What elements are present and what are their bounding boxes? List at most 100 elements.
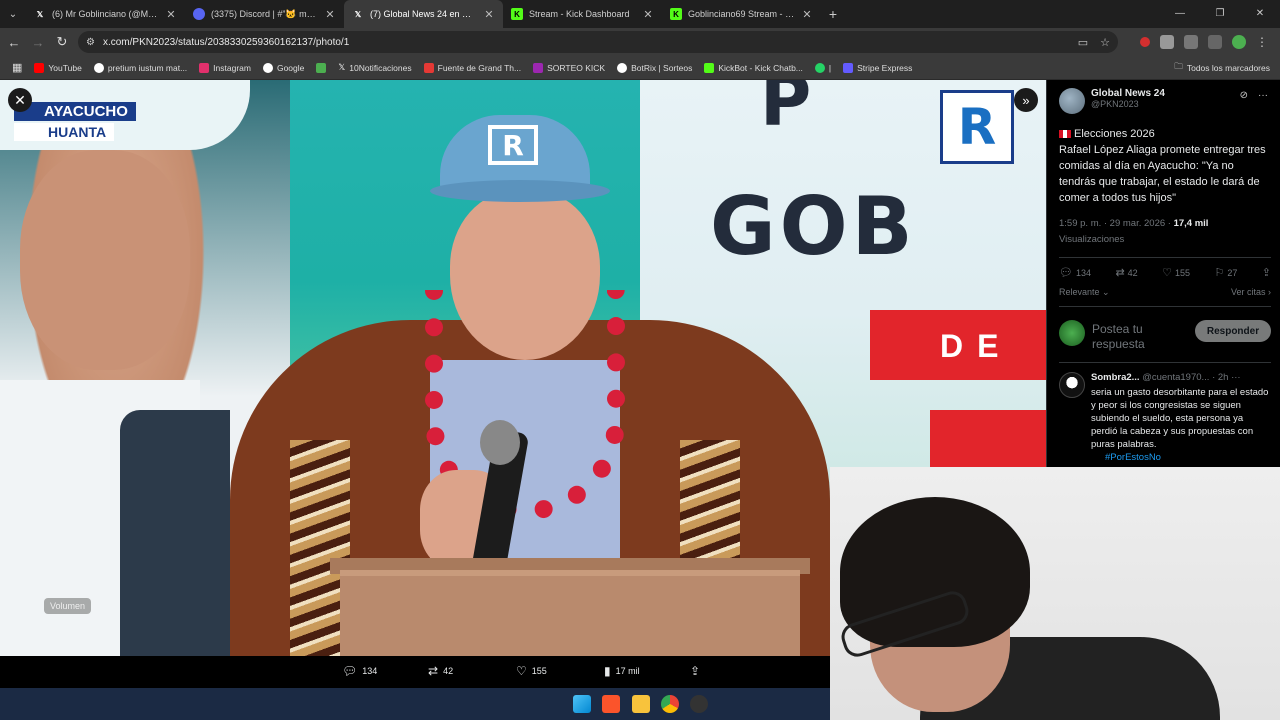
like-count: 155 bbox=[1174, 267, 1191, 278]
author-name[interactable]: Global News 24 bbox=[1091, 88, 1165, 99]
bookmark-10notificaciones[interactable]: 𝕏 10Notificaciones bbox=[332, 62, 417, 73]
profile-avatar[interactable] bbox=[1232, 35, 1246, 49]
share-action[interactable]: ⇪ bbox=[690, 664, 700, 678]
comment-header: Sombra2... @cuenta1970... · 2h ··· bbox=[1091, 372, 1271, 383]
reply-composer: Postea tu respuesta Responder bbox=[1059, 318, 1271, 352]
close-tab-icon[interactable]: ✕ bbox=[801, 8, 813, 21]
portrait-face bbox=[20, 150, 190, 370]
url-field[interactable]: ⚙ x.com/PKN2023/status/20383302593601621… bbox=[78, 31, 1118, 53]
bookmark-instagram[interactable]: Instagram bbox=[193, 62, 257, 73]
close-photo-button[interactable]: ✕ bbox=[8, 88, 32, 112]
author-handle[interactable]: @PKN2023 bbox=[1091, 99, 1165, 109]
new-tab-button[interactable]: + bbox=[821, 6, 845, 22]
chrome-icon[interactable] bbox=[661, 695, 679, 713]
bookmark-botrix[interactable]: BotRix | Sorteos bbox=[611, 62, 698, 73]
bookmark-whatsapp[interactable]: | bbox=[809, 62, 837, 73]
bookmark-gta[interactable]: Fuente de Grand Th... bbox=[418, 62, 527, 73]
more-options-icon[interactable]: ··· bbox=[1258, 90, 1268, 101]
close-tab-icon[interactable]: ✕ bbox=[483, 8, 495, 21]
more-menu-icon[interactable]: ⋮ bbox=[1256, 35, 1270, 49]
bookmark-sorteo-kick[interactable]: SORTEO KICK bbox=[527, 62, 611, 73]
speaker-cap-brim bbox=[430, 180, 610, 202]
apps-grid-icon[interactable]: ▦ bbox=[6, 61, 28, 74]
tab-3[interactable]: 𝕏 (7) Global News 24 en X: "•e Ele ✕ bbox=[344, 0, 503, 28]
sort-dropdown[interactable]: Relevante ⌄ bbox=[1059, 287, 1110, 298]
puzzle-icon[interactable] bbox=[1184, 35, 1198, 49]
views-action[interactable]: ▮ 17 mil bbox=[604, 664, 640, 678]
forward-icon[interactable]: → bbox=[26, 35, 50, 50]
grok-icon[interactable]: ⊘ bbox=[1240, 90, 1248, 101]
post-timestamp[interactable]: 1:59 p. m. · 29 mar. 2026 · bbox=[1059, 218, 1174, 229]
bookmark-youtube[interactable]: YouTube bbox=[28, 62, 87, 73]
bookmark-button[interactable]: ⚐ 27 bbox=[1214, 266, 1237, 279]
reload-icon[interactable]: ↻ bbox=[50, 34, 74, 50]
back-icon[interactable]: ← bbox=[2, 35, 26, 50]
reply-input[interactable]: Postea tu respuesta bbox=[1092, 322, 1178, 352]
tab-5[interactable]: K Goblinciano69 Stream - Watch ✕ bbox=[662, 0, 821, 28]
extension-icon[interactable] bbox=[1140, 37, 1150, 47]
reply-button[interactable]: 💬︎ 134 bbox=[1059, 266, 1091, 279]
google-icon bbox=[262, 62, 273, 73]
maximize-icon[interactable]: ❐ bbox=[1200, 0, 1240, 28]
bookmark-icon-only[interactable] bbox=[310, 62, 332, 73]
comment-hashtag[interactable]: #PorEstosNo bbox=[1105, 451, 1161, 464]
tab-2[interactable]: (3375) Discord | #”🐱 memes ✕ bbox=[185, 0, 344, 28]
panel-scrollbar[interactable] bbox=[1274, 80, 1280, 468]
share-icon: ⇪ bbox=[690, 664, 701, 678]
close-tab-icon[interactable]: ✕ bbox=[165, 8, 177, 21]
banner-red-strip: DE bbox=[870, 310, 1046, 380]
expand-panel-button[interactable]: » bbox=[1014, 88, 1038, 112]
author-avatar[interactable] bbox=[1059, 88, 1085, 114]
like-count: 155 bbox=[531, 666, 547, 676]
share-button[interactable]: ⇪ bbox=[1262, 266, 1271, 279]
tab-1[interactable]: 𝕏 (6) Mr Goblinciano (@MGoblinciano ✕ bbox=[26, 0, 185, 28]
close-tab-icon[interactable]: ✕ bbox=[642, 8, 654, 21]
bookmark-kickbot[interactable]: KickBot - Kick Chatb... bbox=[698, 62, 809, 73]
window-controls: — ❐ ✕ bbox=[1160, 0, 1280, 28]
x-icon: 𝕏 bbox=[338, 62, 346, 72]
windows-start-icon[interactable] bbox=[573, 695, 591, 713]
reply-count: 134 bbox=[1075, 267, 1091, 278]
quotes-label: Ver citas bbox=[1230, 287, 1266, 297]
close-window-icon[interactable]: ✕ bbox=[1240, 0, 1280, 28]
repost-action[interactable]: ⇄ 42 bbox=[428, 664, 453, 678]
cast-icon[interactable]: ▭ bbox=[1078, 36, 1088, 49]
minimize-icon[interactable]: — bbox=[1160, 0, 1200, 28]
menu-list-icon[interactable] bbox=[1208, 35, 1222, 49]
comment-time: · 2h bbox=[1212, 372, 1229, 383]
tab-4[interactable]: K Stream - Kick Dashboard ✕ bbox=[503, 0, 662, 28]
brave-icon[interactable] bbox=[602, 695, 620, 713]
like-action[interactable]: ♡ 155 bbox=[516, 664, 547, 678]
post-views-count: 17,4 mil bbox=[1173, 218, 1209, 229]
kick-icon: K bbox=[670, 8, 682, 20]
bookmark-star-icon[interactable]: ☆ bbox=[1100, 36, 1110, 49]
obs-icon[interactable] bbox=[690, 695, 708, 713]
site-info-icon[interactable]: ⚙ bbox=[86, 37, 95, 48]
banner-red-text: DE bbox=[940, 328, 1013, 364]
view-quotes-link[interactable]: Ver citas › bbox=[1231, 287, 1271, 298]
repost-button[interactable]: ⇄ 42 bbox=[1115, 266, 1137, 279]
post-header: Global News 24 @PKN2023 bbox=[1059, 88, 1165, 114]
webcam-overlay bbox=[830, 467, 1280, 720]
like-button[interactable]: ♡ 155 bbox=[1162, 266, 1190, 279]
commenter-avatar[interactable] bbox=[1059, 372, 1085, 398]
post-header-icons: ⊘ ··· bbox=[1240, 90, 1268, 101]
close-tab-icon[interactable]: ✕ bbox=[324, 8, 336, 21]
all-bookmarks-button[interactable]: 🗀 Todos los marcadores bbox=[1174, 61, 1270, 75]
reply-submit-button[interactable]: Responder bbox=[1195, 320, 1271, 342]
extension-icon[interactable] bbox=[1160, 35, 1174, 49]
bookmark-label: BotRix | Sorteos bbox=[631, 62, 693, 73]
bookmark-stripe[interactable]: Stripe Express bbox=[837, 62, 918, 73]
views-count: 17 mil bbox=[615, 666, 640, 676]
reply-action[interactable]: 💬︎ 134 bbox=[342, 664, 377, 678]
file-explorer-icon[interactable] bbox=[632, 695, 650, 713]
tab-search-icon[interactable]: ⌄ bbox=[0, 0, 26, 28]
bookmark-label: SORTEO KICK bbox=[547, 62, 606, 73]
bookmark-pretium[interactable]: pretium iustum mat... bbox=[88, 62, 193, 73]
commenter-name[interactable]: Sombra2... bbox=[1091, 372, 1140, 383]
bookmark-google[interactable]: Google bbox=[257, 62, 310, 73]
more-options-icon[interactable]: ··· bbox=[1231, 372, 1241, 383]
divider bbox=[1059, 362, 1271, 363]
repost-icon: ⇄ bbox=[1115, 267, 1125, 279]
divider bbox=[1059, 306, 1271, 307]
